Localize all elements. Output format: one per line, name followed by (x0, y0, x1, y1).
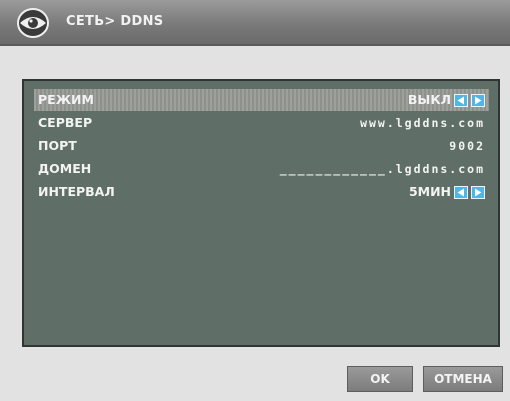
title-bar: СЕТЬ> DDNS (0, 0, 510, 46)
settings-panel: РЕЖИМ ВЫКЛ СЕРВЕР www.lgddns.com ПОРТ 90… (22, 79, 500, 347)
setting-value: 5МИН (408, 184, 451, 199)
arrow-right-icon[interactable] (471, 185, 485, 199)
arrow-left-icon[interactable] (454, 93, 468, 107)
setting-value: ВЫКЛ (407, 92, 451, 107)
setting-value: www.lgddns.com (360, 116, 485, 130)
setting-value: ____________.lgddns.com (279, 162, 485, 176)
setting-value-wrap: ВЫКЛ (408, 89, 485, 111)
setting-row-domain[interactable]: ДОМЕН ____________.lgddns.com (34, 158, 489, 180)
setting-label: ДОМЕН (38, 161, 92, 176)
setting-row-mode[interactable]: РЕЖИМ ВЫКЛ (34, 89, 489, 111)
setting-label: ПОРТ (38, 138, 77, 153)
arrow-left-icon[interactable] (454, 185, 468, 199)
arrow-right-icon[interactable] (471, 93, 485, 107)
eye-logo-icon (16, 7, 50, 39)
setting-value-wrap: 5МИН (409, 181, 485, 203)
setting-row-port[interactable]: ПОРТ 9002 (34, 135, 489, 157)
ok-button[interactable]: OK (347, 366, 413, 392)
ddns-settings-screen: СЕТЬ> DDNS РЕЖИМ ВЫКЛ СЕРВЕР www.lgddns.… (0, 0, 510, 401)
setting-label: СЕРВЕР (38, 115, 93, 130)
setting-label: РЕЖИМ (38, 92, 94, 107)
setting-row-server[interactable]: СЕРВЕР www.lgddns.com (34, 112, 489, 134)
setting-value: 9002 (449, 139, 485, 153)
setting-label: ИНТЕРВАЛ (38, 184, 115, 199)
setting-row-interval[interactable]: ИНТЕРВАЛ 5МИН (34, 181, 489, 203)
page-title: СЕТЬ> DDNS (66, 14, 164, 29)
cancel-button[interactable]: ОТМЕНА (423, 366, 503, 392)
